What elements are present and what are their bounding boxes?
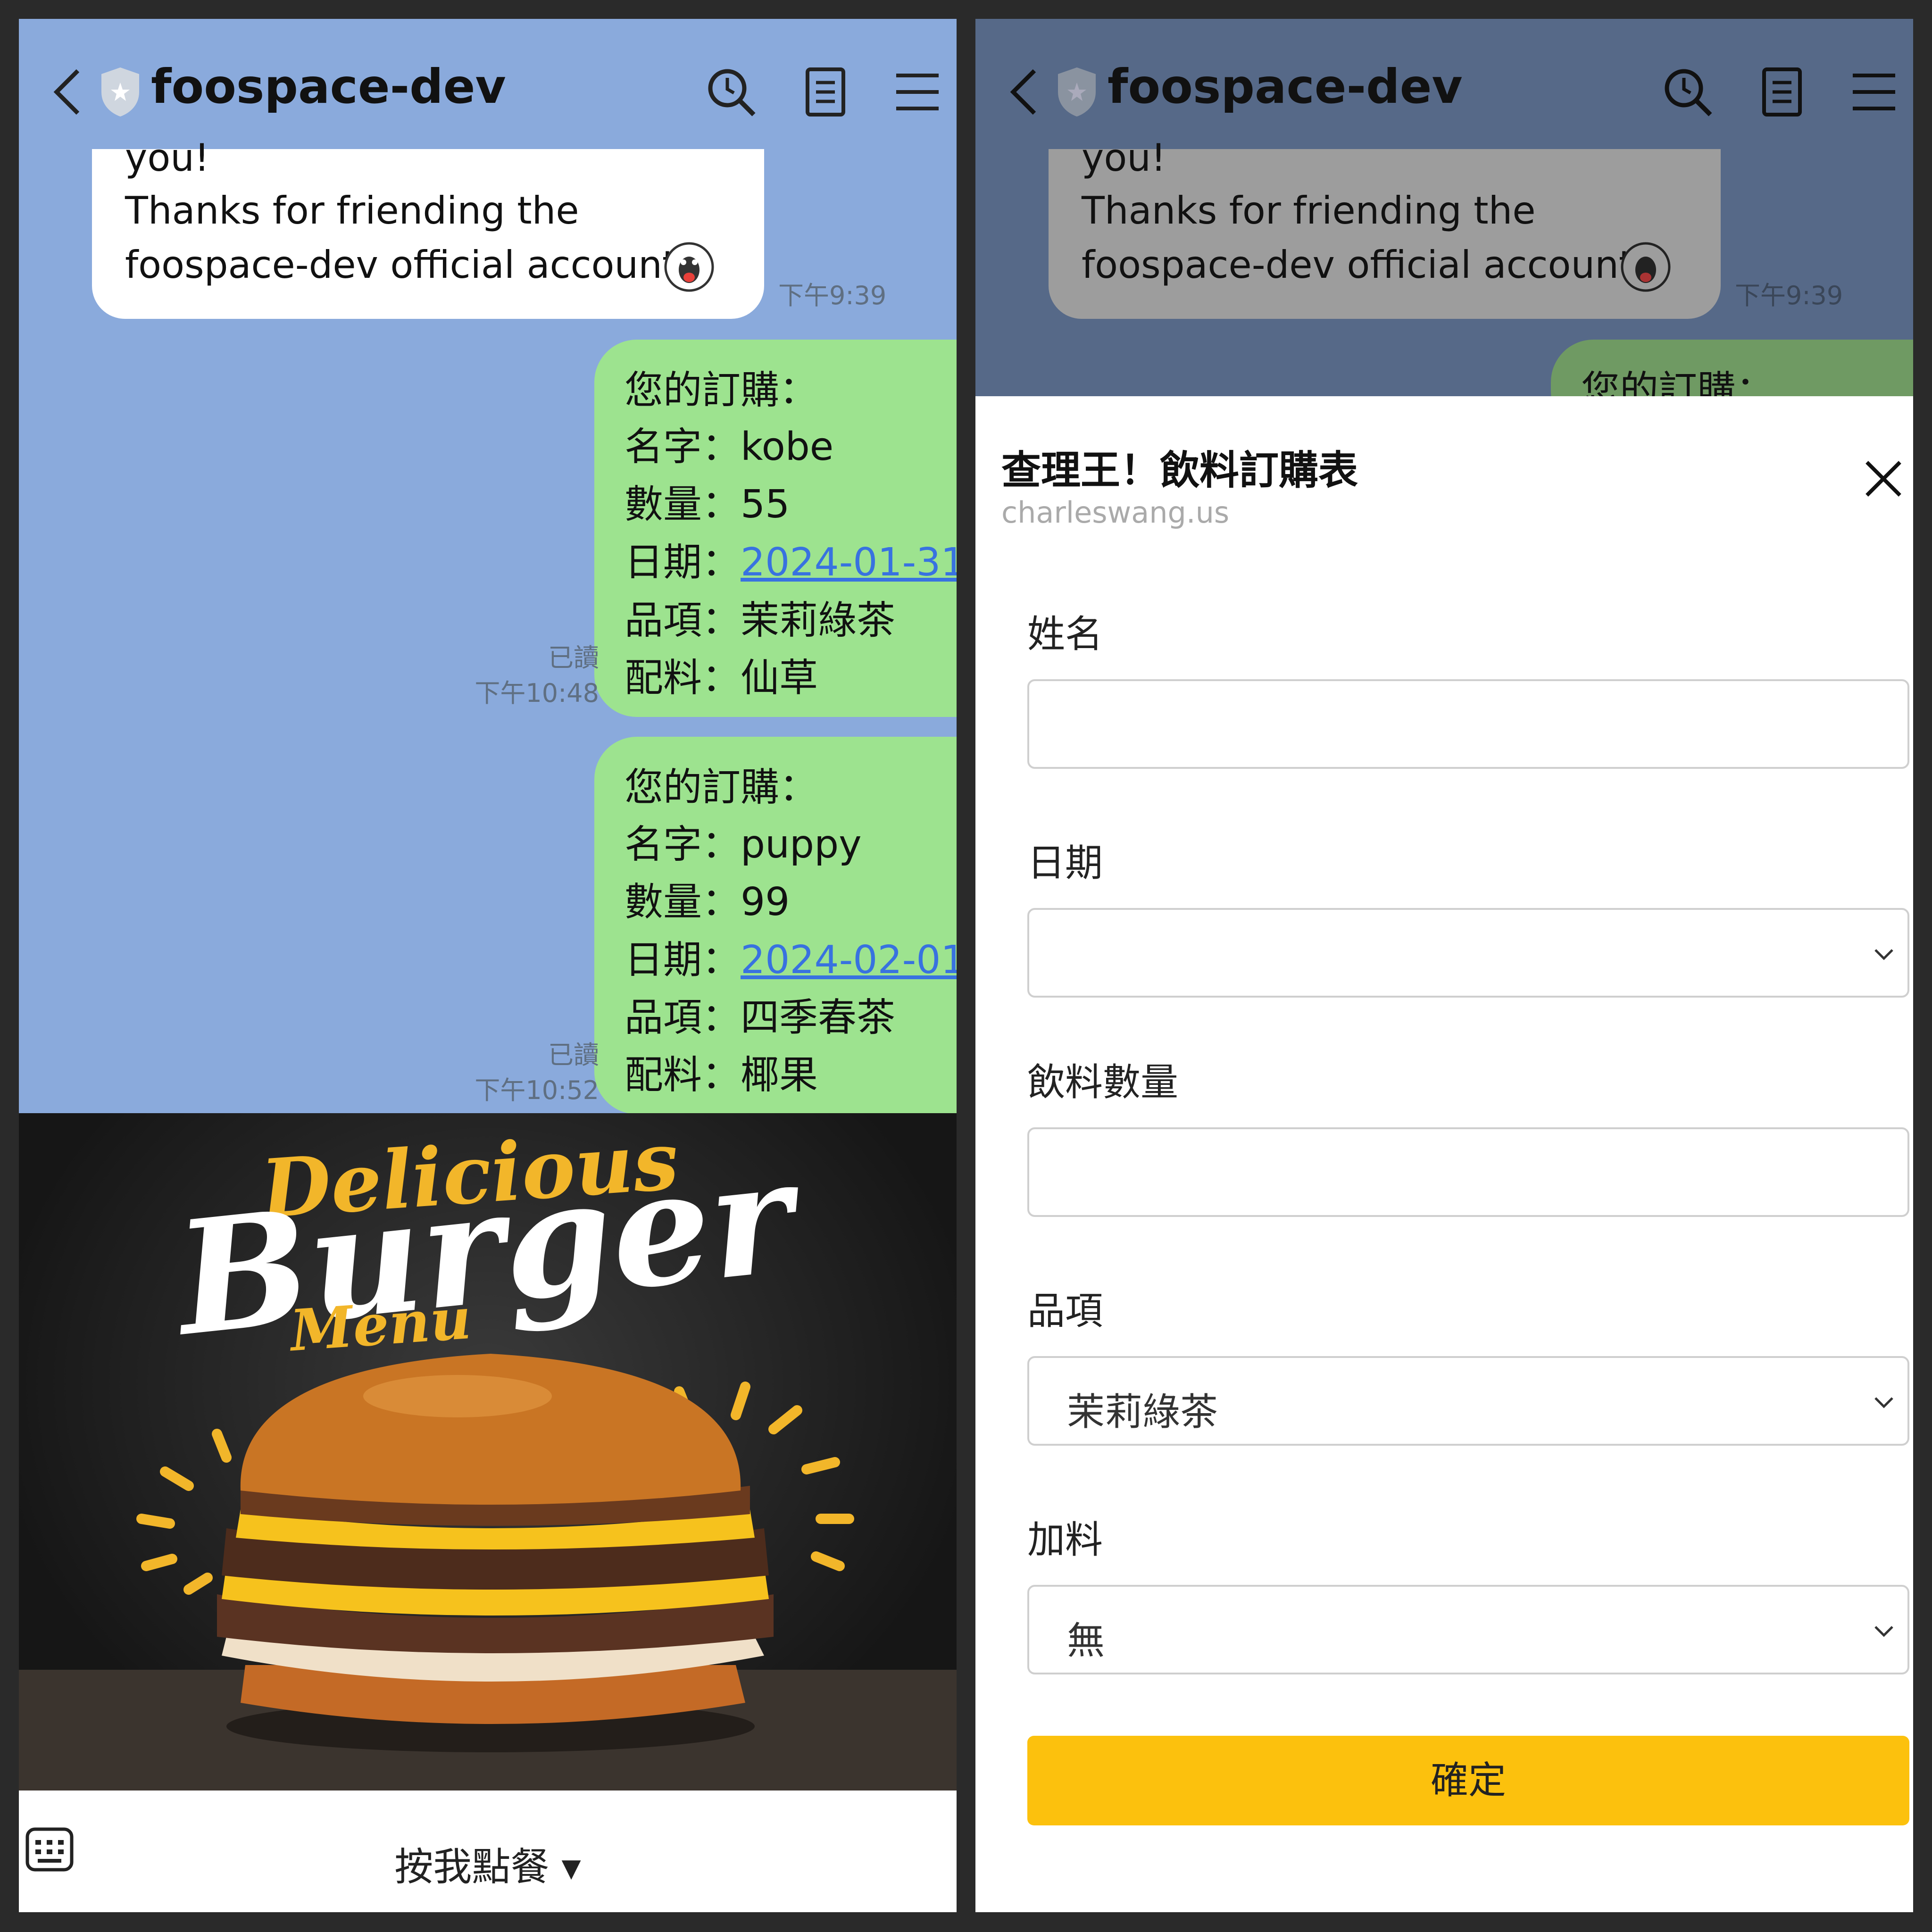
order-date: 日期：2024-02-01 (625, 928, 957, 984)
notes-icon[interactable] (1754, 64, 1810, 120)
date-select[interactable] (1027, 908, 1909, 998)
order-date: 日期：2024-01-31 (625, 531, 957, 587)
message-timestamp: 下午10:48 (475, 678, 599, 708)
item-select[interactable]: 茉莉綠茶 (1027, 1356, 1909, 1446)
chevron-down-icon (1874, 949, 1893, 960)
order-header: 您的訂購： (625, 368, 818, 413)
search-icon[interactable] (703, 64, 759, 120)
banner-title-menu: Menu (286, 1285, 474, 1365)
chevron-down-icon (1874, 1397, 1893, 1408)
rich-menu-toggle[interactable]: 按我點餐 ▾ (19, 1835, 957, 1891)
order-form-sheet: 查理王！飲料訂購表 charleswang.us 姓名 日期 飲料數量 品項 茉… (975, 396, 1913, 1912)
chat-header: foospace-dev (19, 19, 957, 146)
chat-title: foospace-dev (151, 59, 506, 114)
submit-button[interactable]: 確定 (1027, 1736, 1909, 1825)
order-name: 名字：kobe (625, 425, 834, 469)
message-text: Thanks for friending the (125, 189, 579, 233)
read-receipt: 已讀 (548, 643, 599, 673)
shield-icon (1058, 67, 1096, 117)
order-header: 您的訂購： (625, 765, 818, 810)
search-icon[interactable] (1659, 64, 1716, 120)
date-label: 日期 (1027, 841, 1103, 885)
rich-menu-bar: 按我點餐 ▾ (19, 1790, 957, 1912)
menu-icon[interactable] (889, 64, 946, 120)
close-icon[interactable] (1862, 458, 1905, 500)
form-title: 查理王！飲料訂購表 (1001, 447, 1358, 493)
quantity-input[interactable] (1027, 1127, 1909, 1217)
burger-illustration: Delicious Burger Menu (19, 1114, 957, 1790)
name-label: 姓名 (1027, 612, 1103, 656)
chevron-down-icon (1874, 1626, 1893, 1637)
order-item: 品項：四季春茶 (625, 995, 896, 1040)
order-quantity: 數量：55 (625, 482, 790, 527)
date-link[interactable]: 2024-02-01 (741, 938, 957, 983)
order-name: 名字：puppy (625, 822, 862, 867)
chat-title: foospace-dev (1108, 59, 1463, 114)
quantity-label: 飲料數量 (1027, 1060, 1178, 1104)
sticker-emoji (1621, 242, 1671, 292)
chat-panel: foospace-dev you! Thanks for friending t… (19, 19, 957, 1912)
message-text: foospace-dev official account (125, 243, 677, 287)
message-text: you! (125, 136, 210, 180)
message-text: Thanks for friending the (1082, 189, 1536, 233)
notes-icon[interactable] (797, 64, 854, 120)
back-icon[interactable] (1004, 64, 1046, 120)
order-item: 品項：茉莉綠茶 (625, 598, 896, 643)
item-label: 品項 (1027, 1289, 1103, 1333)
order-quantity: 數量：99 (625, 880, 790, 924)
back-icon[interactable] (47, 64, 90, 120)
shield-icon (101, 67, 139, 117)
topping-select[interactable]: 無 (1027, 1585, 1909, 1674)
form-domain: charleswang.us (1001, 495, 1230, 530)
rich-menu-banner[interactable]: Delicious Burger Menu (19, 1113, 957, 1790)
chat-panel-with-form: foospace-dev you! Thanks for friending t… (975, 19, 1913, 1912)
chat-header: foospace-dev (975, 19, 1913, 146)
name-input[interactable] (1027, 679, 1909, 769)
order-topping: 配料：仙草 (625, 656, 818, 700)
topping-label: 加料 (1027, 1518, 1103, 1562)
message-timestamp: 下午9:39 (1735, 281, 1843, 310)
message-text: you! (1082, 136, 1166, 180)
date-link[interactable]: 2024-01-31 (741, 540, 957, 585)
order-topping: 配料：椰果 (625, 1053, 818, 1098)
message-timestamp: 下午10:52 (475, 1075, 599, 1105)
read-receipt: 已讀 (548, 1040, 599, 1070)
menu-icon[interactable] (1846, 64, 1902, 120)
sticker-emoji (664, 242, 714, 292)
message-text: foospace-dev official account (1082, 243, 1634, 287)
message-timestamp: 下午9:39 (778, 281, 887, 310)
